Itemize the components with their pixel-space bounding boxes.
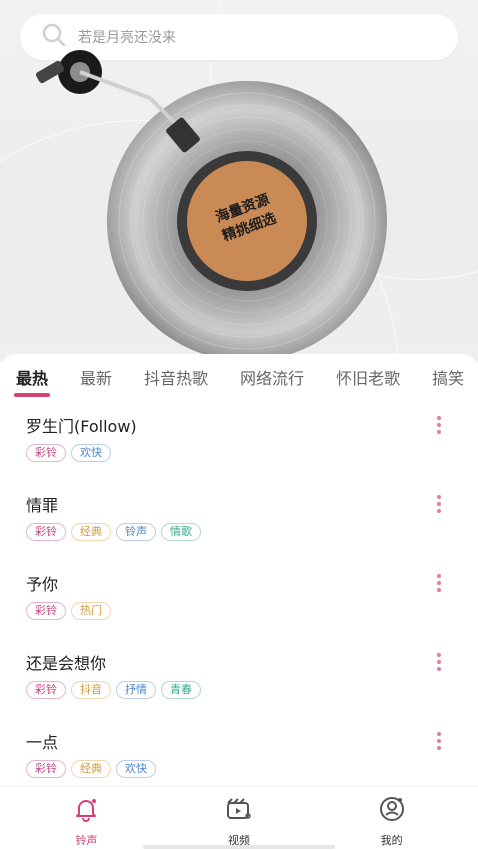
more-options-icon[interactable] [436, 495, 442, 516]
home-indicator [143, 845, 335, 849]
song-title: 还是会想你 [26, 654, 107, 673]
tag: 彩铃 [26, 760, 66, 778]
tag: 抒情 [116, 681, 156, 699]
more-options-icon[interactable] [436, 732, 442, 753]
user-icon [378, 795, 406, 827]
bell-icon [72, 795, 100, 827]
tag: 青春 [161, 681, 201, 699]
song-title: 罗生门(Follow) [26, 417, 137, 436]
nav-label: 我的 [380, 834, 403, 847]
tag: 彩铃 [26, 523, 66, 541]
tag: 欢快 [116, 760, 156, 778]
nav-label: 铃声 [75, 834, 98, 847]
tab-nostalgic[interactable]: 怀旧老歌 [336, 365, 400, 389]
search-icon [40, 21, 68, 53]
tag: 热门 [71, 602, 111, 620]
tonearm-image [30, 50, 220, 160]
song-list: 罗生门(Follow) 彩铃 欢快 情罪 彩铃 经典 铃声 情歌 予你 彩铃 热… [0, 402, 478, 797]
list-item[interactable]: 予你 彩铃 热门 [0, 560, 478, 639]
nav-video[interactable]: 视频 [179, 787, 299, 850]
tab-newest[interactable]: 最新 [80, 365, 112, 389]
more-options-icon[interactable] [436, 653, 442, 674]
tag: 经典 [71, 523, 111, 541]
tag: 抖音 [71, 681, 111, 699]
hero-banner: 若是月亮还没来 海量资源 精挑细选 [0, 0, 478, 362]
song-title: 予你 [26, 575, 59, 594]
tab-internet-popular[interactable]: 网络流行 [240, 365, 304, 389]
song-title: 情罪 [26, 496, 59, 515]
nav-ringtones[interactable]: 铃声 [26, 787, 146, 850]
tab-funny[interactable]: 搞笑 [432, 365, 464, 389]
more-options-icon[interactable] [436, 574, 442, 595]
tag: 彩铃 [26, 681, 66, 699]
song-title: 一点 [26, 733, 59, 752]
tag: 彩铃 [26, 444, 66, 462]
list-item[interactable]: 罗生门(Follow) 彩铃 欢快 [0, 402, 478, 481]
tag: 彩铃 [26, 602, 66, 620]
nav-mine[interactable]: 我的 [332, 787, 452, 850]
bottom-nav: 铃声 视频 我的 [0, 786, 478, 850]
tag: 铃声 [116, 523, 156, 541]
more-options-icon[interactable] [436, 416, 442, 437]
list-item[interactable]: 情罪 彩铃 经典 铃声 情歌 [0, 481, 478, 560]
tag: 经典 [71, 760, 111, 778]
category-tabs: 最热 最新 抖音热歌 网络流行 怀旧老歌 搞笑 [0, 354, 478, 400]
tag: 欢快 [71, 444, 111, 462]
video-icon [225, 795, 253, 827]
search-placeholder: 若是月亮还没来 [78, 30, 176, 46]
list-item[interactable]: 还是会想你 彩铃 抖音 抒情 青春 [0, 639, 478, 718]
tag: 情歌 [161, 523, 201, 541]
tab-douyin-hits[interactable]: 抖音热歌 [144, 365, 208, 389]
tab-hottest[interactable]: 最热 [13, 365, 51, 397]
